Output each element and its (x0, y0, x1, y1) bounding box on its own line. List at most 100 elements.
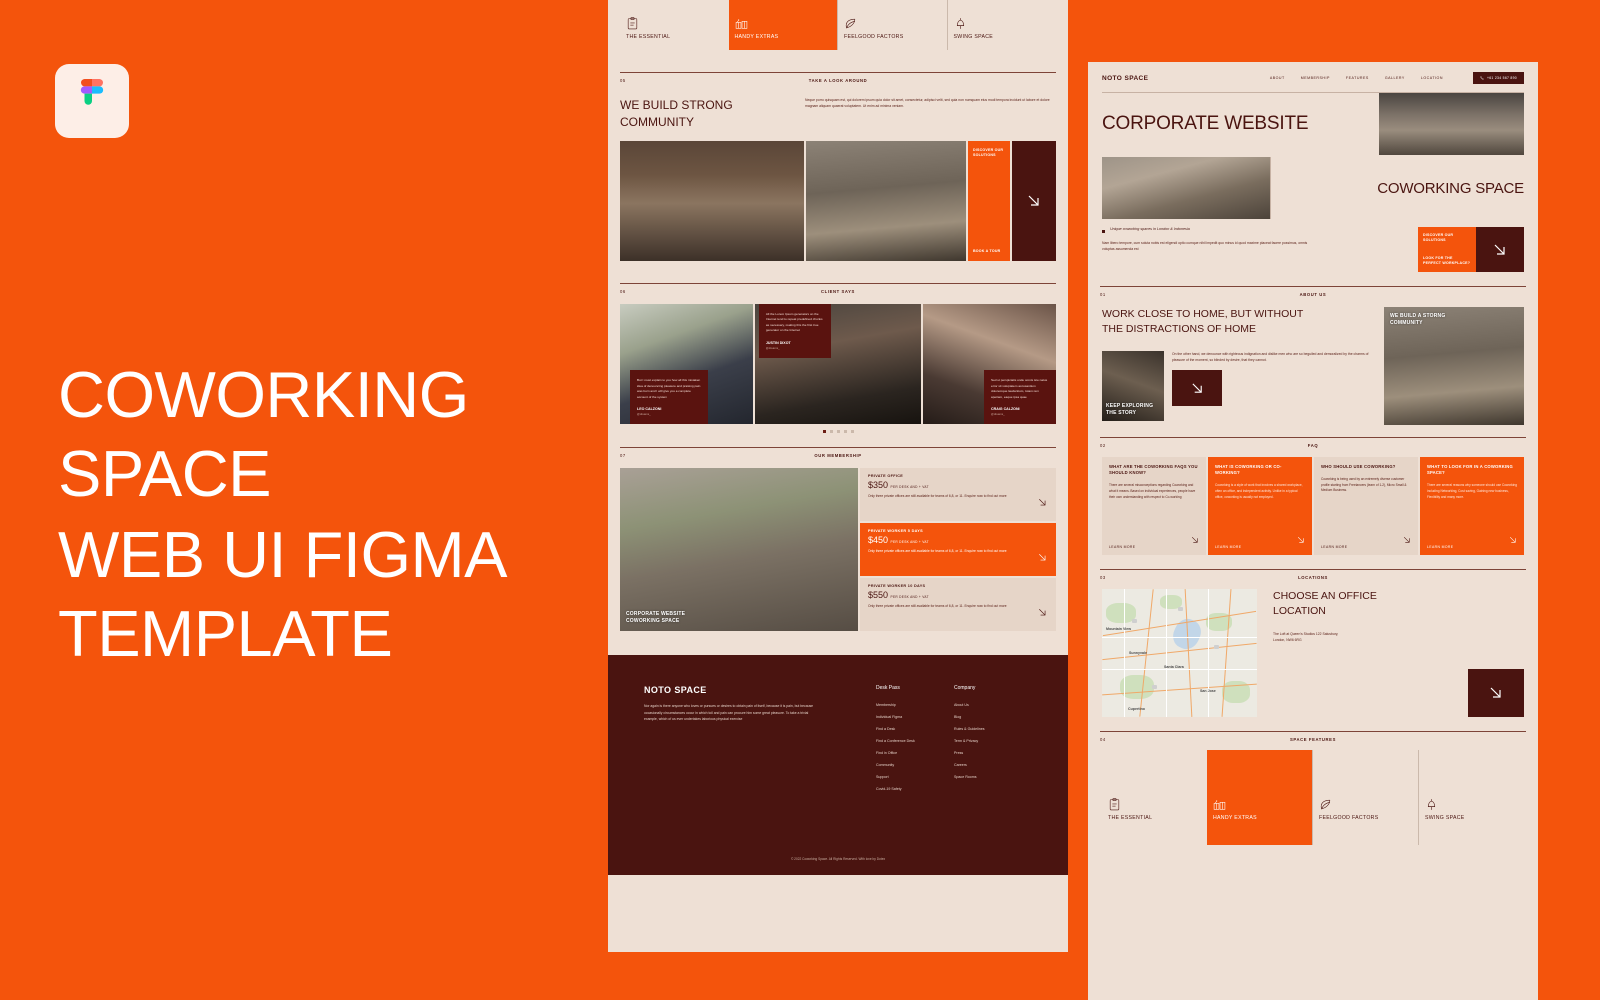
map-shield-icon (1152, 685, 1157, 689)
footer-link[interactable]: Find in Office (876, 747, 954, 759)
section-label: TAKE A LOOK AROUND (808, 78, 868, 83)
plan-arrow-icon[interactable] (1038, 549, 1047, 567)
pricing-plan-private-office[interactable]: PRIVATE OFFICE $350 PER DESK AND + VAT O… (860, 468, 1056, 521)
plan-name: PRIVATE OFFICE (868, 474, 904, 478)
section-header-space-features: 04 SPACE FEATURES (1100, 731, 1526, 742)
membership-image: CORPORATE WEBSITE COWORKING SPACE (620, 468, 858, 631)
faq-card[interactable]: WHAT IS COWORKING OR CO-WORKING? Coworki… (1208, 457, 1312, 555)
hero-bullet: Unique coworking spaces in London & Indo… (1110, 227, 1190, 231)
carousel-dot[interactable] (829, 430, 833, 433)
section-header-about: 01 ABOUT US (1100, 286, 1526, 297)
footer-link[interactable]: Find a Conference Desk (876, 735, 954, 747)
section-header-gallery: 05 TAKE A LOOK AROUND (620, 72, 1056, 83)
section-header-locations: 03 LOCATIONS (1100, 569, 1526, 580)
feature-label: HANDY EXTRAS (1213, 815, 1257, 821)
section-number: 01 (1100, 292, 1106, 297)
hero-cta-block[interactable]: DISCOVER OUR SOLUTIONS LOOK FOR THE PERF… (1418, 227, 1476, 272)
faq-arrow-icon[interactable] (1191, 531, 1199, 549)
footer-link[interactable]: Support (876, 771, 954, 783)
carousel-dot[interactable] (843, 430, 847, 433)
map-road (1166, 589, 1167, 717)
faq-arrow-icon[interactable] (1509, 531, 1517, 549)
nav-item-features[interactable]: FEATURES (1346, 76, 1369, 80)
carousel-dot[interactable] (850, 430, 854, 433)
faq-learn-more[interactable]: LEARN MORE (1109, 545, 1199, 549)
pricing-plan-private-worker-10[interactable]: PRIVATE WORKER 10 DAYS $550 PER DESK AND… (860, 578, 1056, 631)
gallery-image-lobby (620, 141, 804, 261)
testimonial-handle: @dreams_ (765, 345, 780, 350)
gallery-cta-block[interactable]: DISCOVER OUR SOLUTIONS BOOK A TOUR (968, 141, 1010, 261)
faq-title: WHAT IS COWORKING OR CO-WORKING? (1215, 464, 1282, 476)
plan-period: PER DESK AND + VAT (890, 540, 929, 544)
feature-swing-space[interactable]: SWING SPACE (946, 0, 1057, 50)
footer-link[interactable]: Membership (876, 699, 954, 711)
phone-number: +61 234 567 890 (1486, 76, 1517, 80)
about-arrow-button[interactable] (1172, 370, 1222, 406)
section-label: FAQ (1307, 443, 1319, 448)
feature-handy-extras[interactable]: HANDY EXTRAS (728, 0, 837, 50)
testimonial-name: CRAIG CALZONI (991, 407, 1020, 411)
locations-address: The Loft at Queen's Studios 122 Salusbur… (1273, 631, 1393, 643)
footer-link[interactable]: About Us (954, 699, 1032, 711)
hero-cta-primary: DISCOVER OUR SOLUTIONS (1423, 233, 1454, 243)
plan-price: $450 (868, 535, 889, 545)
footer-link[interactable]: Individual Figma (876, 711, 954, 723)
pricing-plan-private-worker-5[interactable]: PRIVATE WORKER 5 DAYS $450 PER DESK AND … (860, 523, 1056, 576)
membership-image-caption: CORPORATE WEBSITE COWORKING SPACE (626, 611, 686, 624)
faq-arrow-icon[interactable] (1297, 531, 1305, 549)
footer-link[interactable]: Rules & Guidelines (954, 723, 1032, 735)
feature-swing-space[interactable]: SWING SPACE (1418, 750, 1524, 845)
hero-image-cafe (1379, 93, 1524, 155)
address-line-1: The Loft at Queen's Studios 122 Salusbur… (1273, 632, 1339, 636)
nav-item-gallery[interactable]: GALLERY (1385, 76, 1405, 80)
carousel-dot[interactable] (836, 430, 840, 433)
footer-link[interactable]: Find a Desk (876, 723, 954, 735)
faq-card[interactable]: WHAT ARE THE COWORKING FAQS YOU SHOULD K… (1102, 457, 1206, 555)
faq-card[interactable]: WHAT TO LOOK FOR IN A COWORKING SPACE? T… (1420, 457, 1524, 555)
plan-arrow-icon[interactable] (1038, 494, 1047, 512)
map-road (1102, 669, 1257, 670)
hero-arrow-button[interactable] (1476, 227, 1524, 272)
feature-the-essential[interactable]: THE ESSENTIAL (1102, 750, 1207, 845)
feature-label: FEELGOOD FACTORS (1319, 815, 1379, 821)
plan-name: PRIVATE WORKER 5 DAYS (868, 529, 923, 533)
footer-link[interactable]: Careers (954, 759, 1032, 771)
footer-link[interactable]: Covid-19 Safety (876, 783, 954, 795)
feature-feelgood-factors[interactable]: FEELGOOD FACTORS (837, 0, 947, 50)
nav-item-membership[interactable]: MEMBERSHIP (1301, 76, 1330, 80)
faq-learn-more[interactable]: LEARN MORE (1215, 545, 1305, 549)
section-label: LOCATIONS (1298, 575, 1328, 580)
footer-link[interactable]: Blog (954, 711, 1032, 723)
hero-image-lounge (1102, 157, 1270, 219)
testimonial-card-3: Sed ut perspiciatis unde omnis iste natu… (984, 370, 1056, 424)
feature-handy-extras[interactable]: HANDY EXTRAS (1207, 750, 1312, 845)
phone-button[interactable]: +61 234 567 890 (1472, 72, 1524, 84)
footer-link[interactable]: Press (954, 747, 1032, 759)
footer-link[interactable]: Community (876, 759, 954, 771)
location-map[interactable]: Mountain View Sunnyvale Santa Clara San … (1102, 589, 1257, 717)
nav-item-about[interactable]: ABOUT (1270, 76, 1285, 80)
gallery-arrow-button[interactable] (1012, 141, 1056, 261)
map-road (1124, 589, 1125, 717)
section-number: 02 (1100, 443, 1106, 448)
space-features-strip: THE ESSENTIAL HANDY EXTRAS FEELGOOD FACT… (608, 0, 1068, 50)
carousel-dot[interactable] (822, 430, 826, 433)
faq-learn-more[interactable]: LEARN MORE (1427, 545, 1517, 549)
locations-arrow-button[interactable] (1468, 669, 1524, 717)
footer-link[interactable]: Term & Privacy (954, 735, 1032, 747)
testimonial-quote: Sed ut perspiciatis unde omnis iste natu… (991, 378, 1048, 399)
plan-arrow-icon[interactable] (1038, 604, 1047, 622)
testimonial-name: LEO CALZONI (637, 407, 662, 411)
primary-navigation: ABOUT MEMBERSHIP FEATURES GALLERY LOCATI… (1270, 72, 1524, 84)
promo-title-line-2: SPACE (58, 437, 272, 510)
map-shield-icon (1178, 607, 1183, 611)
footer-link[interactable]: Space Rooms (954, 771, 1032, 783)
faq-learn-more[interactable]: LEARN MORE (1321, 545, 1411, 549)
faq-card[interactable]: WHO SHOULD USE COWORKING? Coworking is b… (1314, 457, 1418, 555)
feature-feelgood-factors[interactable]: FEELGOOD FACTORS (1312, 750, 1418, 845)
site-logo[interactable]: NOTO SPACE (1102, 75, 1148, 82)
feature-the-essential[interactable]: THE ESSENTIAL (620, 0, 729, 50)
faq-arrow-icon[interactable] (1403, 531, 1411, 549)
lamp-icon (1425, 798, 1438, 811)
nav-item-location[interactable]: LOCATION (1421, 76, 1443, 80)
